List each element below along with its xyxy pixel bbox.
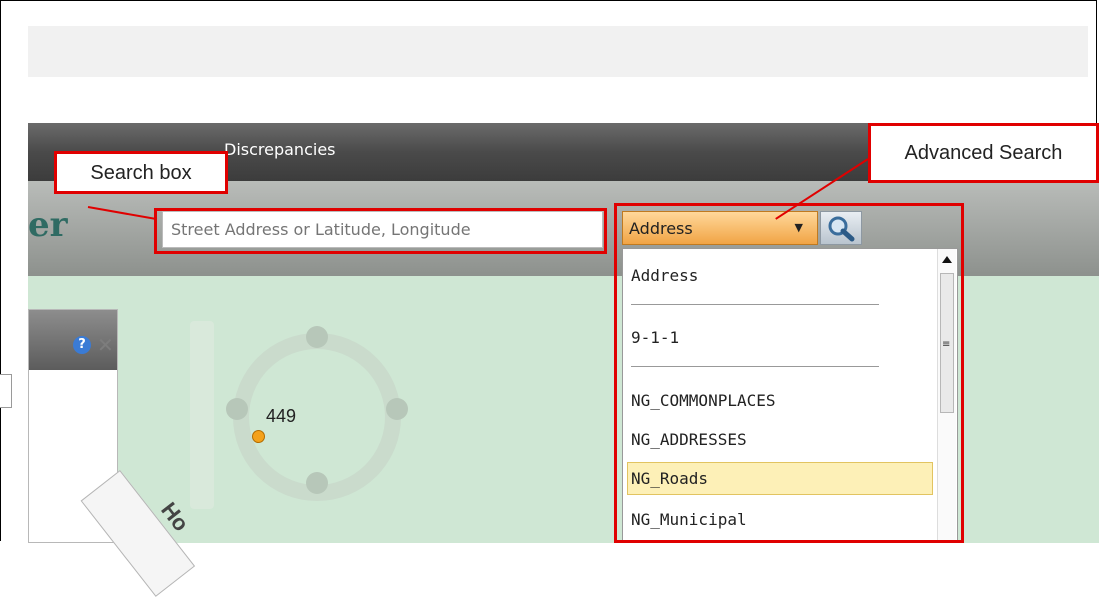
- pan-up-arrow-icon[interactable]: [306, 326, 328, 348]
- menu-item-discrepancies[interactable]: Discrepancies: [224, 140, 336, 159]
- map-pin-icon[interactable]: [252, 430, 265, 443]
- advanced-search-callout: Advanced Search: [868, 123, 1099, 183]
- pan-right-arrow-icon[interactable]: [386, 398, 408, 420]
- advanced-search-highlight: [614, 203, 964, 543]
- side-panel-header: ? ✕: [29, 310, 117, 370]
- search-box-callout: Search box: [54, 151, 228, 194]
- help-icon[interactable]: ?: [73, 336, 91, 354]
- close-icon[interactable]: ✕: [97, 333, 114, 357]
- search-box-callout-text: Search box: [90, 162, 192, 184]
- logo-fragment: er: [28, 205, 68, 245]
- zoom-slider[interactable]: [190, 321, 214, 509]
- pan-down-arrow-icon[interactable]: [306, 472, 328, 494]
- advanced-search-callout-text: Advanced Search: [904, 142, 1063, 164]
- panel-input-field[interactable]: [0, 374, 12, 408]
- pan-left-arrow-icon[interactable]: [226, 398, 248, 420]
- top-bar: [28, 26, 1088, 77]
- search-box-highlight: [154, 208, 607, 254]
- map-label: 449: [266, 406, 297, 426]
